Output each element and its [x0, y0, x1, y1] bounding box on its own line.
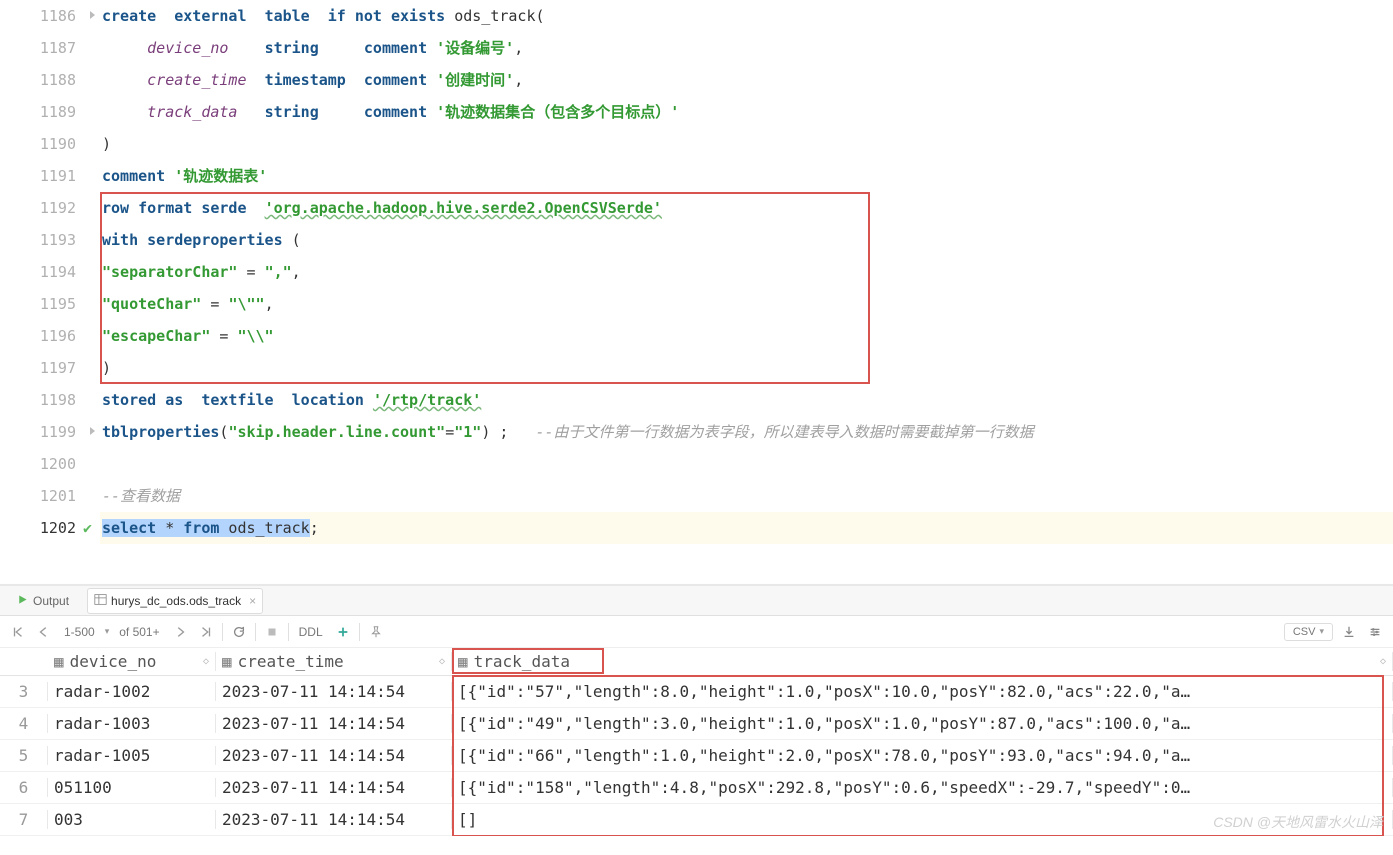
table-row[interactable]: 4 radar-1003 2023-07-11 14:14:54 [{"id":… [0, 708, 1393, 740]
results-toolbar: 1-500 ▾ of 501+ DDL CSV▾ [0, 616, 1393, 648]
tab-output[interactable]: Output [10, 589, 75, 613]
column-header-track-data[interactable]: ▦track_data◇ [452, 652, 1393, 671]
next-page-button[interactable] [170, 622, 190, 642]
column-icon: ▦ [458, 652, 468, 671]
refresh-button[interactable] [229, 622, 249, 642]
results-tabs: Output hurys_dc_ods.ods_track × [0, 586, 1393, 616]
first-page-button[interactable] [8, 622, 28, 642]
cell-track-data[interactable]: [{"id":"66","length":1.0,"height":2.0,"p… [452, 746, 1393, 765]
cell-device-no[interactable]: radar-1002 [48, 682, 216, 701]
page-total: of 501+ [115, 625, 163, 639]
line-number-gutter: 1186 1187 1188 1189 1190 1191 1192 1193 … [0, 0, 90, 544]
export-format-button[interactable]: CSV▾ [1284, 623, 1333, 641]
page-range[interactable]: 1-500 [60, 625, 99, 639]
close-icon[interactable]: × [249, 594, 256, 608]
column-icon: ▦ [222, 652, 232, 671]
row-number: 5 [0, 746, 48, 765]
cell-create-time[interactable]: 2023-07-11 14:14:54 [216, 810, 452, 829]
sort-icon[interactable]: ◇ [203, 656, 209, 667]
add-row-button[interactable] [333, 622, 353, 642]
row-number: 4 [0, 714, 48, 733]
cell-create-time[interactable]: 2023-07-11 14:14:54 [216, 778, 452, 797]
cell-device-no[interactable]: radar-1005 [48, 746, 216, 765]
sort-icon[interactable]: ◇ [439, 656, 445, 667]
results-header-row: ▦device_no◇ ▦create_time◇ ▦track_data◇ [0, 648, 1393, 676]
cell-create-time[interactable]: 2023-07-11 14:14:54 [216, 746, 452, 765]
table-icon [94, 593, 107, 609]
column-header-create-time[interactable]: ▦create_time◇ [216, 652, 452, 671]
fold-gutter [90, 0, 100, 544]
tab-results-table[interactable]: hurys_dc_ods.ods_track × [87, 588, 263, 614]
code-content[interactable]: create external table if not exists ods_… [100, 0, 1393, 544]
cell-device-no[interactable]: 051100 [48, 778, 216, 797]
row-number: 7 [0, 810, 48, 829]
row-number: 3 [0, 682, 48, 701]
cell-track-data[interactable]: [{"id":"49","length":3.0,"height":1.0,"p… [452, 714, 1393, 733]
cell-device-no[interactable]: 003 [48, 810, 216, 829]
table-row[interactable]: 3 radar-1002 2023-07-11 14:14:54 [{"id":… [0, 676, 1393, 708]
cell-device-no[interactable]: radar-1003 [48, 714, 216, 733]
tab-label: hurys_dc_ods.ods_track [111, 594, 241, 608]
table-row[interactable]: 6 051100 2023-07-11 14:14:54 [{"id":"158… [0, 772, 1393, 804]
stop-button[interactable] [262, 622, 282, 642]
prev-page-button[interactable] [34, 622, 54, 642]
cell-track-data[interactable]: [{"id":"57","length":8.0,"height":1.0,"p… [452, 682, 1393, 701]
run-icon [16, 593, 29, 609]
results-table[interactable]: ▦device_no◇ ▦create_time◇ ▦track_data◇ 3… [0, 648, 1393, 836]
table-row[interactable]: 5 radar-1005 2023-07-11 14:14:54 [{"id":… [0, 740, 1393, 772]
chevron-down-icon[interactable]: ▾ [105, 626, 110, 637]
tab-label: Output [33, 594, 69, 608]
column-header-device-no[interactable]: ▦device_no◇ [48, 652, 216, 671]
watermark-text: CSDN @天地风雷水火山泽 [1213, 812, 1383, 832]
ddl-button[interactable]: DDL [295, 625, 327, 639]
cell-track-data[interactable]: [{"id":"158","length":4.8,"posX":292.8,"… [452, 778, 1393, 797]
row-number: 6 [0, 778, 48, 797]
cell-create-time[interactable]: 2023-07-11 14:14:54 [216, 714, 452, 733]
sort-icon[interactable]: ◇ [1380, 656, 1386, 667]
settings-button[interactable] [1365, 622, 1385, 642]
download-button[interactable] [1339, 622, 1359, 642]
last-page-button[interactable] [196, 622, 216, 642]
cell-create-time[interactable]: 2023-07-11 14:14:54 [216, 682, 452, 701]
code-editor[interactable]: 1186 1187 1188 1189 1190 1191 1192 1193 … [0, 0, 1393, 544]
column-icon: ▦ [54, 652, 64, 671]
table-row[interactable]: 7 003 2023-07-11 14:14:54 [] [0, 804, 1393, 836]
pin-button[interactable] [366, 622, 386, 642]
